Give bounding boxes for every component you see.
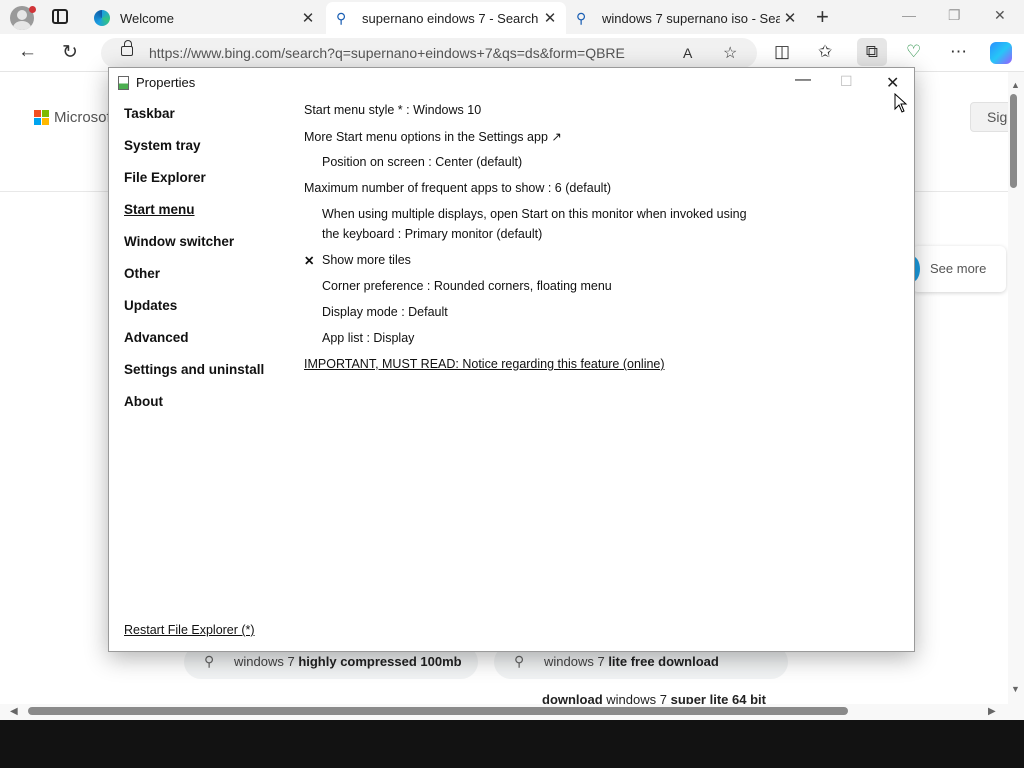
properties-dialog: Properties — ☐ ✕ Taskbar System tray Fil…	[108, 67, 915, 652]
multi-display-setting-cont[interactable]: the keyboard : Primary monitor (default)	[322, 227, 542, 241]
tab-search-active[interactable]: ⚲ supernano eindows 7 - Search ✕	[326, 2, 566, 34]
nav-system-tray[interactable]: System tray	[124, 138, 264, 170]
tab-title: Welcome	[120, 10, 174, 26]
nav-window-switcher[interactable]: Window switcher	[124, 234, 264, 266]
close-tab-icon[interactable]: ✕	[780, 9, 800, 27]
nav-file-explorer[interactable]: File Explorer	[124, 170, 264, 202]
screen: Welcome ✕ ⚲ supernano eindows 7 - Search…	[0, 0, 1024, 720]
nav-start-menu[interactable]: Start menu	[124, 202, 264, 234]
nav-advanced[interactable]: Advanced	[124, 330, 264, 362]
position-on-screen-setting[interactable]: Position on screen : Center (default)	[322, 155, 522, 169]
tab-title: supernano eindows 7 - Search	[362, 10, 539, 26]
scroll-right-icon[interactable]: ▶	[988, 706, 996, 717]
restore-window-icon[interactable]: ❐	[948, 7, 961, 24]
search-icon: ⚲	[204, 653, 215, 669]
read-aloud-icon[interactable]: A	[683, 45, 692, 61]
important-notice-link[interactable]: IMPORTANT, MUST READ: Notice regarding t…	[304, 357, 665, 371]
restart-explorer-link[interactable]: Restart File Explorer (*)	[124, 623, 255, 637]
minimize-window-icon[interactable]: —	[902, 7, 916, 23]
search-icon: ⚲	[514, 653, 525, 669]
nav-settings-and-uninstall[interactable]: Settings and uninstall	[124, 362, 264, 394]
tab-actions-icon[interactable]	[52, 9, 68, 24]
tab-title: windows 7 supernano iso - Search	[602, 10, 780, 26]
edge-logo-icon	[94, 10, 110, 26]
dialog-title: Properties	[136, 75, 196, 90]
scroll-thumb[interactable]	[1010, 94, 1017, 188]
display-mode-setting[interactable]: Display mode : Default	[322, 305, 448, 319]
settings-app-link[interactable]: More Start menu options in the Settings …	[304, 129, 562, 144]
multi-display-setting[interactable]: When using multiple displays, open Start…	[322, 207, 747, 221]
more-menu-icon[interactable]: ⋯	[950, 42, 967, 62]
tab-search[interactable]: ⚲ windows 7 supernano iso - Search ✕	[566, 2, 806, 34]
browser-tab-strip: Welcome ✕ ⚲ supernano eindows 7 - Search…	[0, 0, 1024, 34]
nav-updates[interactable]: Updates	[124, 298, 264, 330]
app-list-setting[interactable]: App list : Display	[322, 331, 414, 345]
frequent-apps-setting[interactable]: Maximum number of frequent apps to show …	[304, 181, 611, 195]
favorite-star-icon[interactable]: ☆	[723, 43, 737, 63]
scroll-thumb[interactable]	[28, 707, 848, 715]
copilot-icon[interactable]	[990, 42, 1012, 64]
close-tab-icon[interactable]: ✕	[540, 9, 560, 27]
close-tab-icon[interactable]: ✕	[298, 9, 318, 27]
refresh-icon[interactable]: ↻	[62, 41, 78, 64]
back-icon[interactable]: ←	[18, 41, 37, 63]
horizontal-scrollbar[interactable]: ◀ ▶	[0, 704, 1024, 720]
address-bar[interactable]: https://www.bing.com/search?q=supernano+…	[101, 38, 757, 68]
close-icon[interactable]: ✕	[886, 73, 899, 93]
split-screen-icon[interactable]: ◫	[774, 42, 790, 62]
corner-preference-setting[interactable]: Corner preference : Rounded corners, flo…	[322, 279, 612, 293]
checkmark-x-icon[interactable]: ✕	[304, 253, 314, 268]
nav-other[interactable]: Other	[124, 266, 264, 298]
lock-icon	[121, 40, 133, 56]
favorites-icon[interactable]: ✩	[818, 42, 832, 62]
search-icon: ⚲	[576, 10, 587, 26]
scroll-down-icon[interactable]: ▼	[1011, 684, 1020, 694]
start-menu-style-setting[interactable]: Start menu style * : Windows 10	[304, 103, 481, 117]
close-window-icon[interactable]: ✕	[994, 7, 1006, 24]
collections-icon[interactable]: ⧉	[857, 38, 887, 66]
browser-essentials-icon[interactable]: ♡	[906, 42, 921, 62]
mouse-cursor-icon	[894, 93, 908, 113]
maximize-icon[interactable]: ☐	[840, 73, 853, 90]
show-more-tiles-setting[interactable]: ✕ Show more tiles	[304, 253, 411, 268]
desktop-bottom-area	[0, 720, 1024, 768]
scroll-left-icon[interactable]: ◀	[10, 706, 18, 717]
url-text: https://www.bing.com/search?q=supernano+…	[149, 45, 625, 61]
search-icon: ⚲	[336, 10, 347, 26]
minimize-icon[interactable]: —	[795, 71, 811, 89]
nav-taskbar[interactable]: Taskbar	[124, 106, 264, 138]
new-tab-button[interactable]: +	[816, 4, 829, 30]
scroll-up-icon[interactable]: ▲	[1011, 80, 1020, 90]
brand-name: Microsoft	[54, 109, 115, 126]
vertical-scrollbar[interactable]: ▲ ▼	[1008, 72, 1024, 704]
notification-dot-icon	[29, 6, 36, 13]
see-more-button[interactable]: See more	[904, 246, 1006, 292]
nav-about[interactable]: About	[124, 394, 264, 426]
settings-nav: Taskbar System tray File Explorer Start …	[124, 106, 264, 426]
tab-welcome[interactable]: Welcome ✕	[84, 2, 324, 34]
app-icon	[118, 76, 129, 90]
microsoft-logo-icon	[34, 110, 50, 126]
